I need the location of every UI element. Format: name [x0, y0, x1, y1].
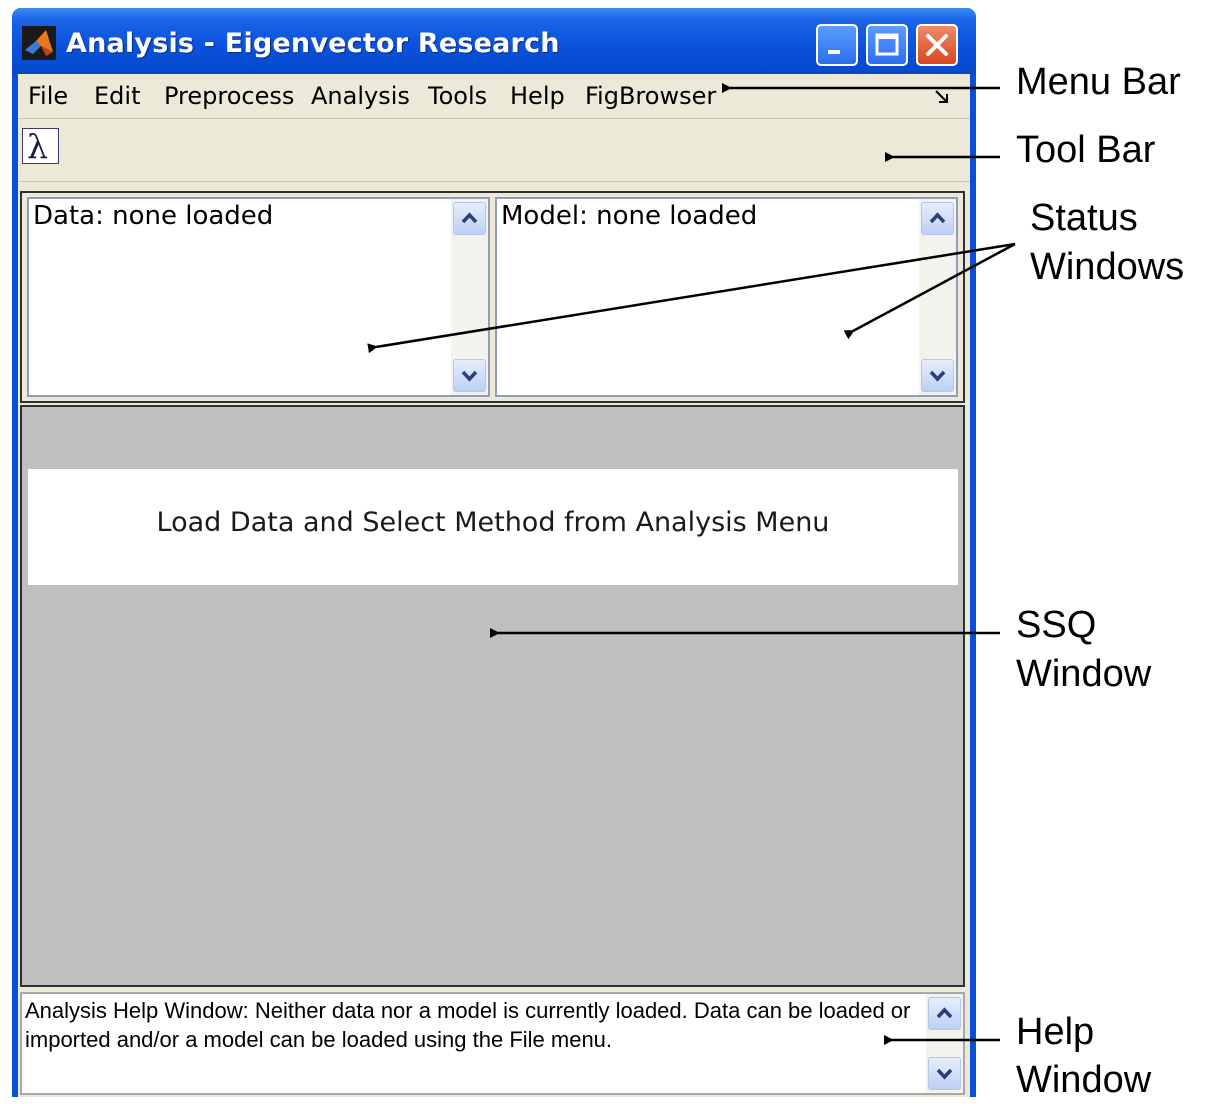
annotation-arrows: [367, 83, 1016, 1045]
